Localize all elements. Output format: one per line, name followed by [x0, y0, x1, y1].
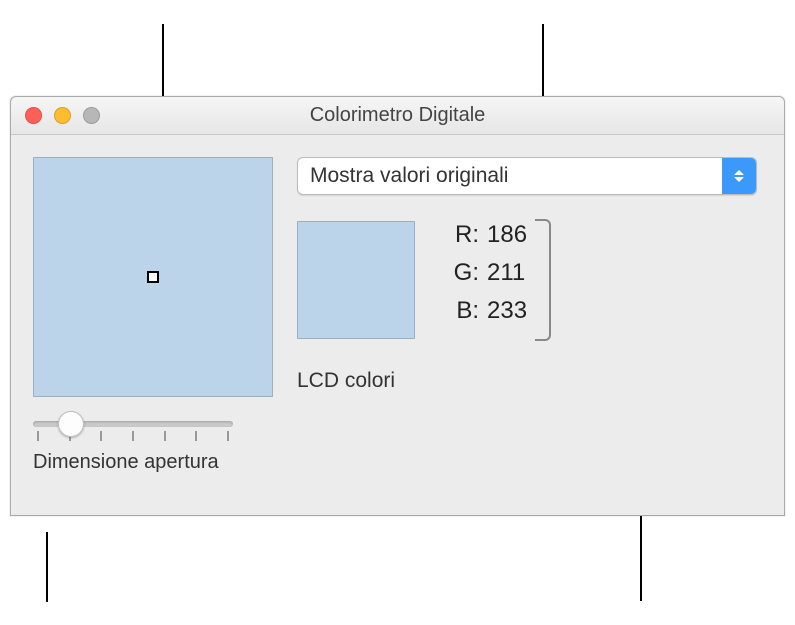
right-column: Mostra valori originali R: 186 G: 211 B:: [297, 157, 762, 474]
close-window-button[interactable]: [25, 107, 42, 124]
app-window: Colorimetro Digitale Dimensione apertura…: [10, 96, 785, 516]
display-name-label: LCD colori: [297, 369, 762, 393]
color-readout: R: 186 G: 211 B: 233: [297, 221, 762, 339]
red-value: 186: [487, 221, 527, 249]
callout-line: [46, 532, 48, 602]
aperture-crosshair: [147, 271, 159, 283]
chevron-updown-icon: [722, 158, 756, 194]
aperture-size-label: Dimensione apertura: [33, 451, 233, 474]
blue-value: 233: [487, 297, 527, 325]
bracket-decoration: [535, 219, 551, 341]
aperture-preview: [33, 157, 273, 397]
aperture-size-slider[interactable]: [33, 417, 233, 445]
blue-label: B:: [449, 297, 479, 325]
left-column: Dimensione apertura: [33, 157, 273, 474]
color-swatch: [297, 221, 415, 339]
green-value: 211: [487, 259, 525, 287]
window-content: Dimensione apertura Mostra valori origin…: [11, 135, 784, 484]
traffic-lights: [11, 107, 100, 124]
slider-knob[interactable]: [58, 411, 84, 437]
red-label: R:: [449, 221, 479, 249]
window-title: Colorimetro Digitale: [11, 104, 784, 127]
rgb-values: R: 186 G: 211 B: 233: [449, 221, 527, 325]
aperture-size-control: Dimensione apertura: [33, 417, 233, 474]
green-label: G:: [449, 259, 479, 287]
zoom-window-button[interactable]: [83, 107, 100, 124]
dropdown-selected-label: Mostra valori originali: [310, 164, 508, 188]
color-space-dropdown[interactable]: Mostra valori originali: [297, 157, 757, 195]
titlebar: Colorimetro Digitale: [11, 97, 784, 135]
minimize-window-button[interactable]: [54, 107, 71, 124]
